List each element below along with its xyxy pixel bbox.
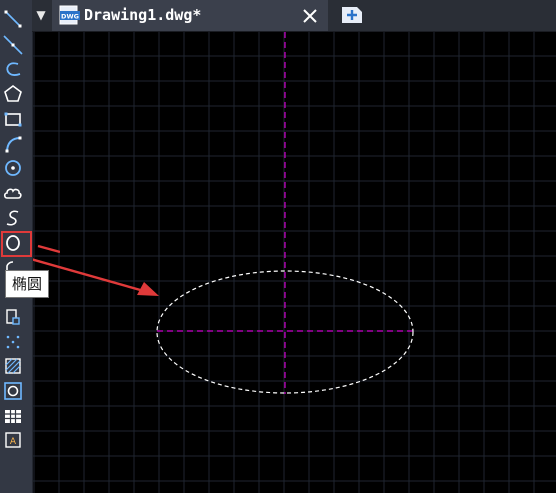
construction-line-icon[interactable] bbox=[3, 35, 23, 55]
draw-toolbar: A bbox=[0, 0, 33, 493]
tab-title: Drawing1.dwg* bbox=[84, 6, 202, 24]
spline-icon[interactable] bbox=[3, 208, 23, 228]
drawing-canvas[interactable] bbox=[12, 32, 556, 493]
svg-text:DWG: DWG bbox=[61, 13, 79, 21]
rectangle-icon[interactable] bbox=[3, 109, 23, 129]
line-icon[interactable] bbox=[3, 9, 23, 29]
point-icon[interactable] bbox=[3, 332, 23, 352]
multiline-text-icon[interactable]: A bbox=[3, 430, 23, 450]
new-tab-icon[interactable] bbox=[340, 5, 364, 25]
tab-drawing1[interactable]: DWG Drawing1.dwg* bbox=[52, 0, 328, 31]
polygon-icon[interactable] bbox=[3, 84, 23, 104]
close-icon[interactable] bbox=[300, 6, 320, 26]
dwg-file-icon: DWG bbox=[59, 5, 81, 25]
ellipse-tool-highlight bbox=[1, 231, 32, 257]
pointer-arrow bbox=[12, 252, 159, 296]
arc-icon[interactable] bbox=[3, 134, 23, 154]
canvas-grid bbox=[33, 32, 556, 493]
tab-list-dropdown[interactable]: ▼ bbox=[32, 0, 50, 31]
hatch-icon[interactable] bbox=[3, 356, 23, 376]
tool-tooltip: 椭圆 bbox=[5, 270, 50, 298]
circle-icon[interactable] bbox=[3, 158, 23, 178]
document-tab-bar: ▼ DWG Drawing1.dwg* bbox=[32, 0, 556, 32]
canvas-drawing bbox=[12, 32, 556, 493]
region-icon[interactable] bbox=[3, 381, 23, 401]
cad-window: A ▼ DWG Drawing1.dwg* 椭圆 bbox=[0, 0, 556, 493]
make-block-icon[interactable] bbox=[3, 307, 23, 327]
svg-text:A: A bbox=[10, 437, 17, 447]
polyline-icon[interactable] bbox=[3, 59, 23, 79]
table-icon[interactable] bbox=[3, 406, 23, 426]
revision-cloud-icon[interactable] bbox=[3, 183, 23, 203]
